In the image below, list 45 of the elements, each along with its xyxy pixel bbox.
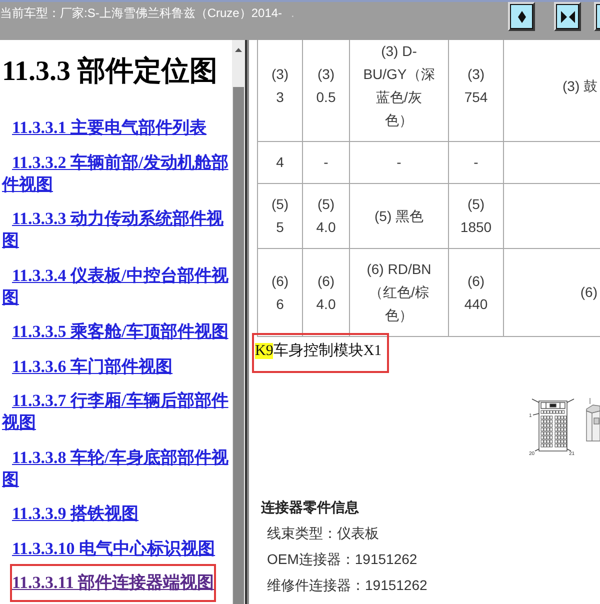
inward-arrows-icon xyxy=(560,10,574,22)
table-cell: 4 xyxy=(258,142,302,184)
sidebar-link[interactable]: 11.3.3.11 部件连接器端视图 xyxy=(12,572,214,594)
table-cell: (6) 4.0 xyxy=(302,248,350,336)
table-cell: - xyxy=(302,142,350,184)
table-cell: (5) 4.0 xyxy=(302,184,350,248)
toolbar-button[interactable] xyxy=(554,2,581,31)
table-cell: (5) 5 xyxy=(258,184,302,248)
table-cell: (3) 0.5 xyxy=(302,40,350,142)
sidebar-link[interactable]: 11.3.3.8 车轮/车身底部部件视图 xyxy=(2,446,232,490)
vehicle-model-text: 当前车型：厂家:S-上海雪佛兰科鲁兹（Cruze）2014- xyxy=(0,5,282,21)
sidebar-link[interactable]: 11.3.3.10 电气中心标识视图 xyxy=(2,538,232,560)
toolbar-button[interactable] xyxy=(508,2,535,31)
scrollbar-thumb[interactable] xyxy=(233,87,244,604)
table-cell: (3) 鼓 xyxy=(504,40,600,142)
connector-side-drawing xyxy=(586,398,600,442)
sidebar-link[interactable]: 11.3.3.1 主要电气部件列表 xyxy=(2,117,232,139)
table-cell: - xyxy=(448,142,504,184)
sidebar-link[interactable]: 11.3.3.5 乘客舱/车顶部件视图 xyxy=(2,321,232,343)
diamond-icon xyxy=(518,10,526,22)
table-cell: (6) 440 xyxy=(448,248,504,336)
info-line: 维修件连接器：19151262 xyxy=(266,576,428,595)
table-cell: (6) RD/BN（红色/棕色） xyxy=(350,248,448,336)
table-cell: (5) 黑色 xyxy=(350,184,448,248)
table-cell: (5) 1850 xyxy=(448,184,504,248)
table-cell: (3) D-BU/GY（深蓝色/灰色） xyxy=(350,40,448,142)
info-line: 线束类型：仪表板 xyxy=(266,524,380,543)
table-cell: - xyxy=(350,142,448,184)
info-line: OEM连接器：19151262 xyxy=(266,550,418,569)
sidebar-link[interactable]: 11.3.3.4 仪表板/中控台部件视图 xyxy=(2,264,232,308)
sidebar-link[interactable]: 11.3.3.7 行李厢/车辆后部部件视图 xyxy=(2,390,232,434)
table-cell: (3) 754 xyxy=(448,40,504,142)
scroll-up-icon[interactable] xyxy=(235,48,242,52)
sidebar-link[interactable]: 11.3.3.3 动力传动系统部件视图 xyxy=(2,208,232,252)
sidebar-link[interactable]: 11.3.3.2 车辆前部/发动机舱部件视图 xyxy=(2,152,232,196)
component-title: K9车身控制模块X1 xyxy=(255,343,382,359)
table-cell: (6) 6 xyxy=(258,248,302,336)
connector-face-drawing xyxy=(532,398,574,452)
table-cell: (3) 3 xyxy=(258,40,302,142)
sidebar-link[interactable]: 11.3.3.9 搭铁视图 xyxy=(2,503,232,525)
dot-mark: . xyxy=(291,5,294,21)
section-heading: 连接器零件信息 xyxy=(261,498,360,517)
sidebar-link[interactable]: 11.3.3.6 车门部件视图 xyxy=(2,356,232,378)
toolbar-button[interactable] xyxy=(594,2,600,31)
section-title: 11.3.3 部件定位图 xyxy=(2,54,218,89)
